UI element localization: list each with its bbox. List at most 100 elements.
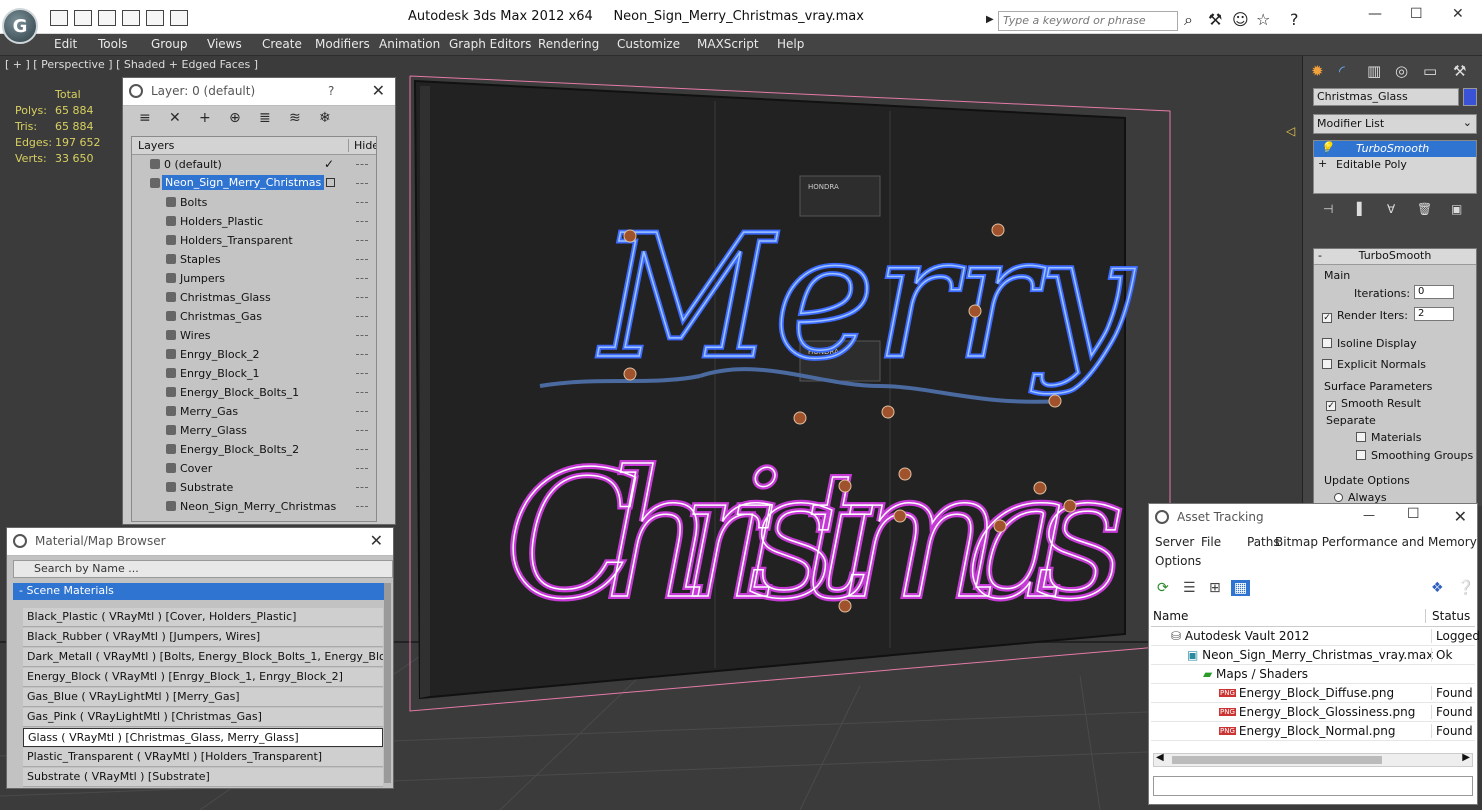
- object-name-field[interactable]: Christmas_Glass: [1313, 88, 1459, 106]
- vault-help-icon[interactable]: ❖: [1431, 580, 1444, 596]
- material-item[interactable]: Energy_Block ( VRayMtl ) [Enrgy_Block_1,…: [23, 668, 383, 687]
- active-check-icon[interactable]: ✓: [324, 157, 334, 171]
- layer-row[interactable]: Wires: [132, 326, 376, 345]
- menu-customize[interactable]: Customize: [617, 37, 680, 51]
- set-current-icon[interactable]: [326, 178, 335, 187]
- favorites-star-icon[interactable]: ☆: [1256, 10, 1270, 30]
- hide-toggle[interactable]: [356, 221, 368, 222]
- modify-tab-icon[interactable]: ◜: [1339, 62, 1345, 80]
- panel-toggle-icon[interactable]: ◁: [1286, 124, 1295, 138]
- asset-row[interactable]: ⛁ Autodesk Vault 2012 Logged O: [1151, 627, 1481, 646]
- layer-row[interactable]: Neon_Sign_Merry_Christmas: [132, 497, 376, 516]
- tools-icon[interactable]: ⚒: [1208, 10, 1222, 30]
- user-icon[interactable]: ☺: [1232, 10, 1249, 30]
- layer-row[interactable]: Merry_Glass: [132, 421, 376, 440]
- layer-row[interactable]: Substrate: [132, 478, 376, 497]
- layer-row[interactable]: Christmas_Glass: [132, 288, 376, 307]
- binoculars-icon[interactable]: ⌕: [1184, 10, 1193, 30]
- checkbox-checked[interactable]: ✓: [1326, 401, 1336, 411]
- hide-toggle[interactable]: [356, 278, 368, 279]
- hide-toggle[interactable]: [356, 468, 368, 469]
- scroll-thumb[interactable]: [1172, 756, 1382, 764]
- hide-toggle[interactable]: [356, 449, 368, 450]
- asset-menu-bitmap[interactable]: Bitmap Performance and Memory: [1275, 535, 1477, 549]
- col-status[interactable]: Status: [1425, 609, 1470, 623]
- scroll-left-icon[interactable]: ◀: [1156, 752, 1164, 763]
- layer-row[interactable]: Energy_Block_Bolts_2: [132, 440, 376, 459]
- scene-materials-group[interactable]: - Scene Materials: [13, 583, 387, 600]
- menu-graph-editors[interactable]: Graph Editors: [449, 37, 531, 51]
- delete-layer-icon[interactable]: ✕: [169, 110, 181, 126]
- hide-toggle[interactable]: [356, 316, 368, 317]
- asset-menu-options[interactable]: Options: [1155, 554, 1201, 568]
- layer-row[interactable]: Christmas_Gas: [132, 307, 376, 326]
- hide-toggle[interactable]: [356, 487, 368, 488]
- minimize-icon[interactable]: —: [1368, 6, 1382, 22]
- hide-toggle[interactable]: [356, 392, 368, 393]
- radio-selected[interactable]: [1334, 493, 1343, 502]
- new-file-icon[interactable]: [50, 10, 68, 26]
- checkbox[interactable]: [1356, 450, 1366, 460]
- hide-toggle[interactable]: [356, 373, 368, 374]
- render-iters-spinner[interactable]: 2: [1414, 307, 1454, 321]
- hide-toggle[interactable]: [356, 430, 368, 431]
- layer-row[interactable]: Bolts: [132, 193, 376, 212]
- layer-row[interactable]: Holders_Transparent: [132, 231, 376, 250]
- lightbulb-icon[interactable]: 💡: [1320, 141, 1334, 154]
- expand-plus-icon[interactable]: +: [1318, 157, 1327, 170]
- asset-row[interactable]: ▣ Neon_Sign_Merry_Christmas_vray.max Ok: [1151, 646, 1475, 665]
- hide-toggle[interactable]: [356, 183, 368, 184]
- redo-icon[interactable]: [170, 10, 188, 26]
- stack-item-editable-poly[interactable]: + Editable Poly: [1314, 157, 1476, 173]
- configure-sets-icon[interactable]: ▣: [1451, 202, 1462, 216]
- motion-tab-icon[interactable]: ◎: [1395, 62, 1408, 80]
- hide-toggle[interactable]: [356, 297, 368, 298]
- checkbox[interactable]: [1322, 359, 1332, 369]
- select-objects-icon[interactable]: ⊕: [229, 110, 241, 126]
- expand-arrow-icon[interactable]: ▶: [986, 10, 994, 30]
- asset-tracking-titlebar[interactable]: Asset Tracking — ☐ ✕: [1149, 504, 1477, 532]
- material-scrollbar[interactable]: [384, 583, 391, 783]
- menu-modifiers[interactable]: Modifiers: [315, 37, 370, 51]
- undo-icon[interactable]: [146, 10, 164, 26]
- material-browser-titlebar[interactable]: Material/Map Browser ✕: [7, 528, 393, 556]
- hide-toggle[interactable]: [356, 164, 368, 165]
- pin-stack-icon[interactable]: ⊣: [1323, 202, 1333, 216]
- layer-row[interactable]: 0 (default) ✓: [132, 155, 376, 174]
- hide-all-icon[interactable]: ≋: [289, 110, 301, 126]
- asset-menu-server[interactable]: Server: [1155, 535, 1194, 549]
- save-file-icon[interactable]: [98, 10, 116, 26]
- material-search-input[interactable]: Search by Name ...: [13, 560, 393, 578]
- search-input[interactable]: Type a keyword or phrase: [998, 11, 1178, 31]
- iterations-spinner[interactable]: 0: [1414, 285, 1454, 299]
- material-item[interactable]: Gas_Pink ( VRayLightMtl ) [Christmas_Gas…: [23, 708, 383, 727]
- layer-row[interactable]: Holders_Plastic: [132, 212, 376, 231]
- material-item[interactable]: Substrate ( VRayMtl ) [Substrate]: [23, 768, 383, 787]
- checkbox-checked[interactable]: ✓: [1322, 313, 1332, 323]
- asset-row[interactable]: ▰ Maps / Shaders: [1151, 665, 1475, 684]
- table-view-icon[interactable]: ▦: [1231, 580, 1251, 596]
- hide-toggle[interactable]: [356, 202, 368, 203]
- layer-row[interactable]: Enrgy_Block_1: [132, 364, 376, 383]
- rollout-header[interactable]: - TurboSmooth: [1314, 249, 1476, 265]
- add-to-layer-icon[interactable]: +: [199, 110, 211, 126]
- smooth-result-checkbox[interactable]: ✓ Smooth Result: [1326, 397, 1421, 411]
- hide-toggle[interactable]: [356, 354, 368, 355]
- asset-maximize-icon[interactable]: ☐: [1407, 506, 1420, 522]
- tree-view-icon[interactable]: ⊞: [1209, 580, 1221, 596]
- layer-row[interactable]: Enrgy_Block_2: [132, 345, 376, 364]
- menu-rendering[interactable]: Rendering: [538, 37, 599, 51]
- viewport-label[interactable]: [ + ] [ Perspective ] [ Shaded + Edged F…: [5, 58, 258, 71]
- maximize-icon[interactable]: ☐: [1410, 6, 1423, 22]
- app-logo-icon[interactable]: G: [2, 8, 38, 44]
- asset-row[interactable]: PNG Energy_Block_Normal.png Found: [1151, 722, 1475, 741]
- col-name[interactable]: Name: [1153, 609, 1188, 623]
- col-hide[interactable]: Hide: [348, 139, 376, 152]
- hide-toggle[interactable]: [356, 240, 368, 241]
- menu-maxscript[interactable]: MAXScript: [697, 37, 759, 51]
- layer-help-button[interactable]: ?: [328, 84, 334, 98]
- create-tab-icon[interactable]: ✹: [1311, 62, 1324, 80]
- material-item-selected[interactable]: Glass ( VRayMtl ) [Christmas_Glass, Merr…: [23, 728, 383, 747]
- hide-toggle[interactable]: [356, 411, 368, 412]
- modifier-list-dropdown[interactable]: Modifier List ⌄: [1313, 114, 1477, 134]
